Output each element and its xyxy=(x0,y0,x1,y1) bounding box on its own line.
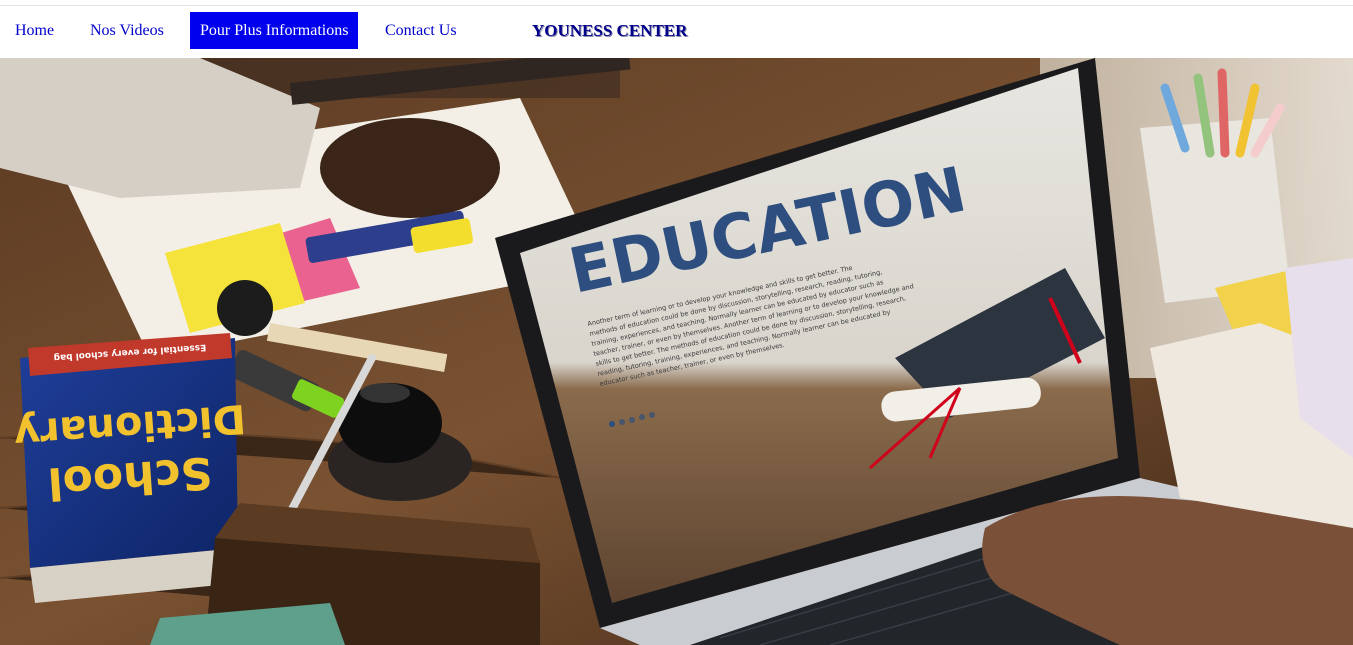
pencil-cup xyxy=(1140,118,1290,303)
marker-cap xyxy=(217,280,273,336)
top-navigation: Home Nos Videos Pour Plus Informations C… xyxy=(0,6,1353,58)
hero-image: Essential for every school bag Dictionar… xyxy=(0,58,1353,645)
nav-more-info-link[interactable]: Pour Plus Informations xyxy=(190,12,359,49)
school-dictionary-book: Essential for every school bag Dictionar… xyxy=(12,333,247,603)
nav-contact-link[interactable]: Contact Us xyxy=(385,12,457,49)
writing-hand xyxy=(320,118,500,218)
nav-home-link[interactable]: Home xyxy=(15,12,54,49)
nav-videos-link[interactable]: Nos Videos xyxy=(90,12,164,49)
brand-title: YOUNESS CENTER xyxy=(532,21,688,40)
